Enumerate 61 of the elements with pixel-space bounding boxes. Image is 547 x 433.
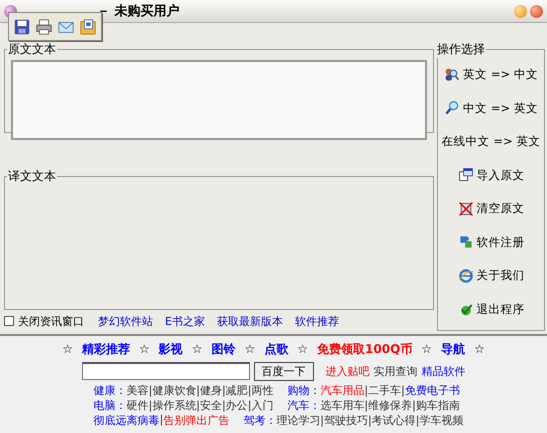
link[interactable]: 硬件|操作系统|安全|办公|入门 [126, 398, 274, 413]
link[interactable]: 软件推荐 [294, 314, 339, 328]
link[interactable]: 彻底远离病毒 [94, 413, 160, 428]
link[interactable]: 美容|健康饮食|健身|减肥|两性 [126, 383, 274, 398]
action-button[interactable]: 导入原文 [458, 158, 524, 192]
person-magnifier-icon [444, 66, 460, 83]
search-field[interactable] [82, 362, 250, 380]
star-icon: ☆ [138, 342, 150, 356]
source-text-field[interactable] [11, 60, 427, 140]
folder-picture-icon[interactable] [79, 18, 97, 36]
action-button[interactable]: 清空原文 [458, 192, 524, 226]
link[interactable]: 选车用车|维修保养|购车指南 [320, 398, 460, 413]
link[interactable]: 汽车用品 [320, 383, 364, 398]
link[interactable]: 告别弹出广告 [163, 413, 230, 428]
link[interactable]: | [160, 413, 164, 428]
link[interactable]: 实用查询 [374, 364, 418, 378]
link[interactable]: 理论学习|驾驶技巧|考试心得|学车视频 [276, 413, 464, 428]
search-button[interactable]: 百度一下 [254, 362, 314, 380]
checkbox[interactable] [4, 316, 14, 326]
link[interactable]: |二手车| [364, 383, 405, 398]
action-button[interactable]: 退出程序 [458, 292, 524, 326]
star-icon: ☆ [192, 342, 202, 356]
star-icon: ☆ [62, 342, 73, 356]
link[interactable]: 获取最新版本 [216, 314, 283, 328]
window-icon [458, 167, 474, 184]
printer-icon[interactable] [35, 18, 53, 36]
nav-link[interactable]: 导航 [441, 340, 466, 358]
group-label: 译文文本 [7, 168, 57, 185]
nav-link[interactable]: 点歌 [264, 340, 288, 358]
link[interactable]: 购物： [287, 383, 320, 398]
star-icon: ☆ [474, 342, 485, 356]
crossed-document-icon [458, 200, 474, 217]
close-button[interactable] [530, 4, 543, 18]
link[interactable]: 电脑： [94, 398, 127, 413]
action-button[interactable]: 在线中文 => 英文 [442, 125, 540, 158]
action-button[interactable]: 英文 => 中文 [444, 58, 538, 92]
star-icon: ☆ [421, 342, 432, 356]
link[interactable]: 进入贴吧 [326, 364, 370, 378]
magnifier-icon [444, 100, 460, 116]
link[interactable]: 驾考： [243, 413, 276, 428]
link[interactable]: 精品软件 [422, 364, 466, 378]
action-button[interactable]: 软件注册 [458, 226, 524, 259]
group-label: 原文文本 [7, 41, 57, 58]
nav-link[interactable]: 影视 [158, 340, 183, 358]
star-icon: ☆ [297, 342, 308, 356]
link[interactable]: 健康： [94, 383, 127, 398]
action-button[interactable]: 关于我们 [458, 259, 524, 292]
window-title: － 未购买用户 [97, 2, 180, 20]
nav-link[interactable]: 免费领取100Q币 [317, 340, 412, 358]
link[interactable]: 梦幻软件站 [98, 314, 153, 328]
link[interactable]: 免费电子书 [404, 383, 460, 398]
action-button[interactable]: 中文 => 英文 [444, 92, 538, 125]
link[interactable]: 汽车： [287, 398, 320, 413]
group-label: 操作选择 [436, 41, 486, 58]
save-icon[interactable] [13, 18, 31, 36]
checkbox-label: 关闭资讯窗口 [18, 314, 84, 328]
nav-link[interactable]: 图铃 [211, 340, 236, 358]
star-icon: ☆ [244, 342, 256, 356]
link[interactable]: E书之家 [165, 314, 205, 328]
nav-link[interactable]: 精彩推荐 [82, 340, 130, 358]
browser-e-icon [458, 268, 474, 284]
